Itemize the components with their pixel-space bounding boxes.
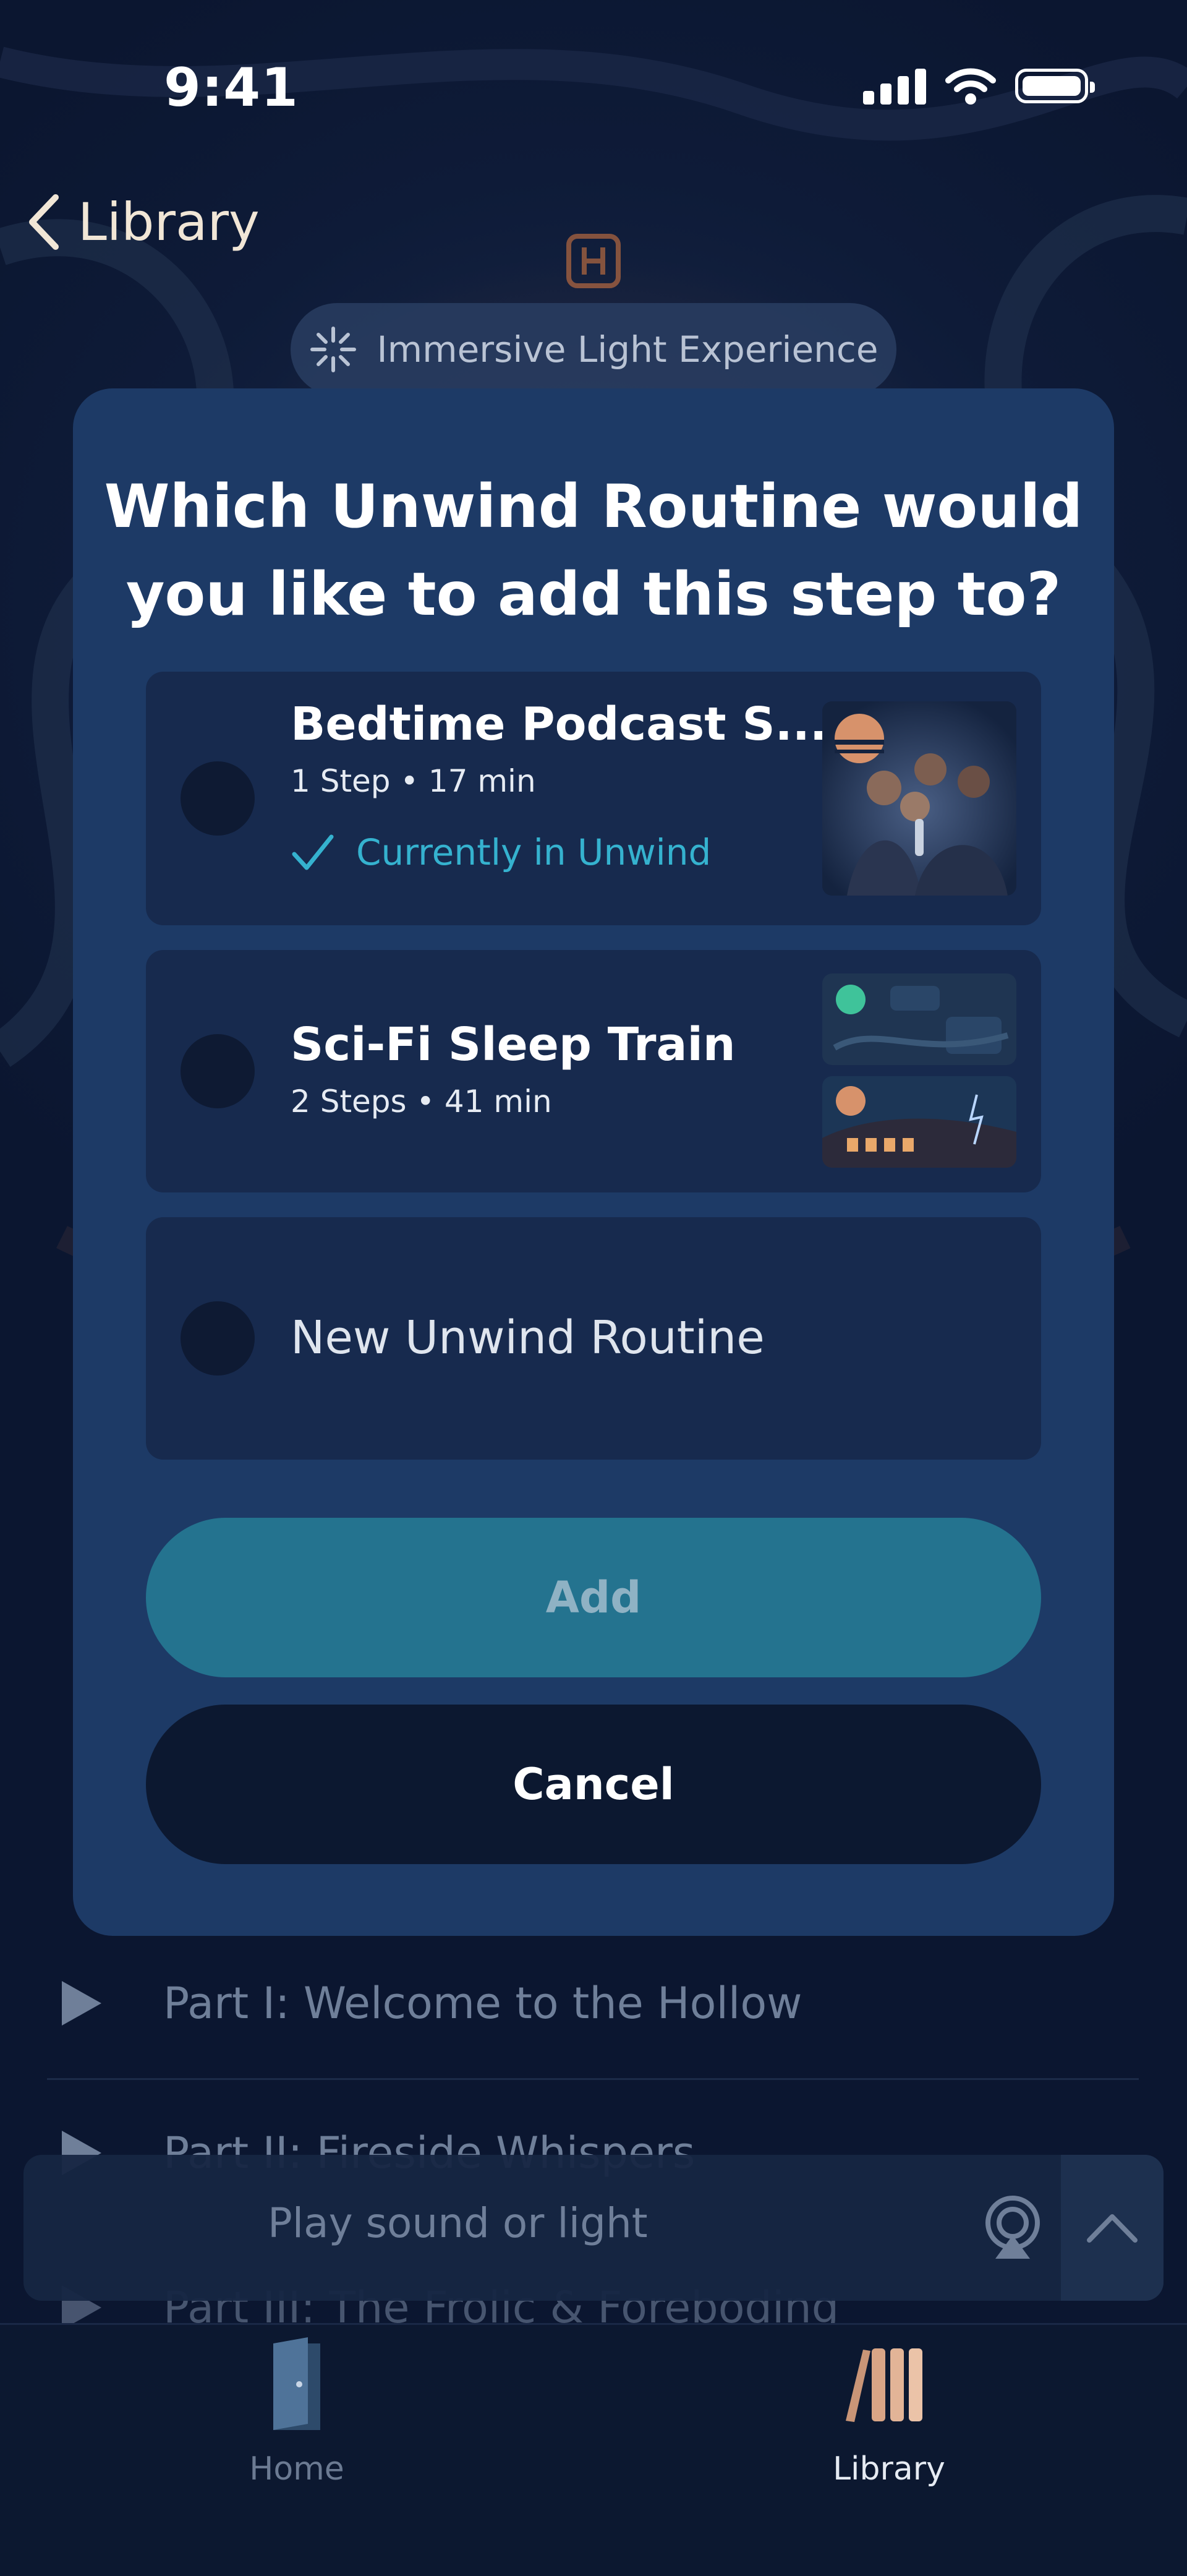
status-time: 9:41	[164, 57, 299, 119]
routine-meta: 2 Steps • 41 min	[291, 1084, 552, 1119]
books-icon	[846, 2348, 922, 2422]
status-icons	[863, 67, 1095, 105]
cancel-button[interactable]: Cancel	[146, 1705, 1041, 1864]
routine-meta: 1 Step • 17 min	[291, 763, 536, 799]
add-button[interactable]: Add	[146, 1518, 1041, 1677]
battery-icon	[1015, 69, 1095, 103]
back-label: Library	[78, 192, 260, 252]
radio-button[interactable]	[181, 761, 255, 836]
divider	[47, 2078, 1139, 2080]
expand-player-button[interactable]	[1061, 2155, 1164, 2301]
content-logo-icon	[566, 234, 621, 288]
cellular-signal-icon	[863, 67, 926, 105]
track-item[interactable]: Part I: Welcome to the Hollow	[62, 1978, 802, 2029]
sheet-title-line-1: Which Unwind Routine would	[104, 472, 1083, 541]
sheet-title-line-2: you like to add this step to?	[126, 560, 1061, 629]
current-status: Currently in Unwind	[291, 831, 711, 873]
routine-thumbnail-2	[822, 1076, 1016, 1168]
radio-button[interactable]	[181, 1034, 255, 1108]
immersive-light-badge: Immersive Light Experience	[291, 303, 896, 396]
radio-button[interactable]	[181, 1301, 255, 1376]
mini-player-placeholder: Play sound or light	[268, 2199, 648, 2247]
immersive-light-label: Immersive Light Experience	[377, 328, 879, 370]
play-icon	[62, 1981, 101, 2026]
chevron-left-icon	[29, 194, 59, 250]
routine-name: New Unwind Routine	[291, 1311, 765, 1364]
checkmark-icon	[292, 834, 334, 870]
routine-option-sci-fi-sleep-train[interactable]: Sci-Fi Sleep Train 2 Steps • 41 min	[146, 950, 1041, 1192]
airplay-icon[interactable]	[957, 2189, 1068, 2264]
tab-library[interactable]: Library	[765, 2325, 1013, 2510]
add-to-routine-sheet: Which Unwind Routine would you like to a…	[73, 388, 1114, 1936]
sheet-title: Which Unwind Routine would you like to a…	[73, 463, 1114, 638]
current-status-label: Currently in Unwind	[356, 831, 712, 873]
routine-option-new[interactable]: New Unwind Routine	[146, 1217, 1041, 1460]
routine-thumbnail-1	[822, 973, 1016, 1065]
routine-name: Bedtime Podcast S...	[291, 698, 828, 751]
track-title: Part I: Welcome to the Hollow	[163, 1978, 802, 2029]
tab-home[interactable]: Home	[173, 2325, 420, 2510]
door-icon	[273, 2337, 320, 2430]
mini-player[interactable]: Play sound or light	[23, 2155, 1164, 2301]
routine-name: Sci-Fi Sleep Train	[291, 1018, 736, 1071]
back-button[interactable]: Library	[25, 192, 260, 252]
tab-bar: Home Library	[0, 2323, 1187, 2576]
status-bar: 9:41	[0, 0, 1187, 173]
tab-label: Library	[833, 2450, 945, 2488]
chevron-up-icon	[1087, 2214, 1138, 2243]
routine-thumbnail	[822, 701, 1016, 896]
sparkle-icon	[310, 327, 357, 372]
tab-label: Home	[249, 2450, 344, 2488]
routine-option-bedtime-podcast[interactable]: Bedtime Podcast S... 1 Step • 17 min Cur…	[146, 672, 1041, 925]
wifi-icon	[945, 68, 996, 105]
